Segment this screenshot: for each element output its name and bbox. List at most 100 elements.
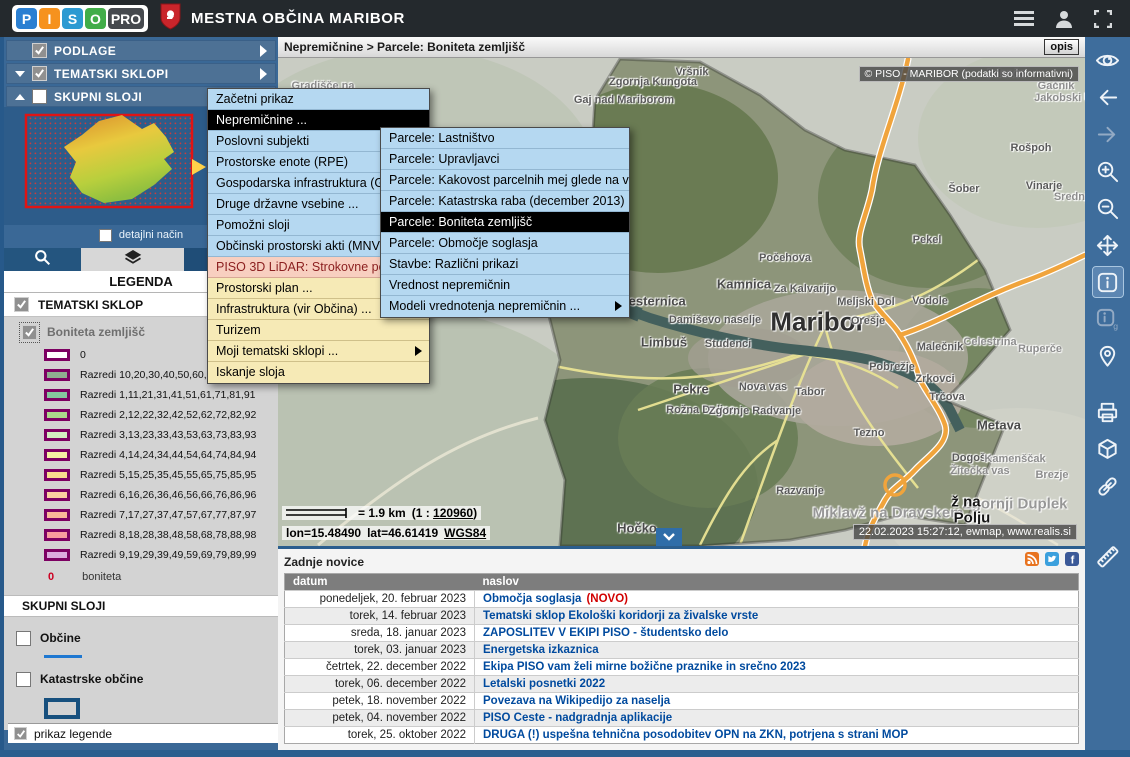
menu-item[interactable]: Začetni prikaz — [208, 89, 429, 110]
zoom-in-icon[interactable] — [1093, 156, 1123, 186]
fullscreen-icon[interactable] — [1094, 10, 1112, 28]
news-link[interactable]: Območja soglasja — [483, 593, 581, 605]
submenu-item[interactable]: Parcele: Boniteta zemljišč — [381, 212, 629, 233]
scale-label: = 1.9 km — [358, 506, 406, 520]
prikaz-legende-checkbox[interactable] — [14, 727, 27, 740]
sidebar-section-podlage[interactable]: PODLAGE — [6, 40, 276, 61]
news-link[interactable]: Energetska izkaznica — [483, 644, 599, 656]
legend-class-label: Razredi 8,18,28,38,48,58,68,78,88,98 — [80, 529, 256, 541]
legend-class-row: Razredi 2,12,22,32,42,52,62,72,82,92 — [4, 405, 278, 425]
news-row: torek, 03. januar 2023Energetska izkazni… — [285, 642, 1079, 659]
svg-text:g: g — [1113, 321, 1118, 331]
news-date: sreda, 18. januar 2023 — [285, 625, 475, 642]
eye-icon[interactable] — [1093, 45, 1123, 75]
menu-icon[interactable] — [1014, 11, 1034, 27]
submenu-item[interactable]: Modeli vrednotenja nepremičnin ... — [381, 296, 629, 317]
submenu-item[interactable]: Stavbe: Različni prikazi — [381, 254, 629, 275]
obcine-checkbox[interactable] — [16, 631, 31, 646]
tematski-sklopi-checkbox[interactable] — [32, 66, 47, 81]
news-link[interactable]: Povezava na Wikipedijo za naselja — [483, 695, 670, 707]
menu-item-label: Začetni prikaz — [216, 92, 294, 106]
submenu-arrow-icon — [415, 346, 422, 356]
datum-link[interactable]: WGS84 — [444, 526, 486, 540]
submenu-item-label: Parcele: Kakovost parcelnih mej glede na… — [389, 173, 629, 187]
latitude-value: lat=46.61419 — [367, 526, 438, 540]
ruler-icon[interactable] — [1093, 541, 1123, 571]
tab-legend[interactable] — [81, 248, 184, 271]
zoom-out-icon[interactable] — [1093, 193, 1123, 223]
submenu-arrow-icon — [615, 301, 622, 311]
menu-item-label: Turizem — [216, 323, 261, 337]
submenu-item[interactable]: Parcele: Območje soglasja — [381, 233, 629, 254]
sidebar-section-tematski-sklopi[interactable]: TEMATSKI SKLOPI — [6, 63, 276, 84]
longitude-value: lon=15.48490 — [286, 526, 361, 540]
detail-mode-checkbox[interactable] — [99, 229, 112, 242]
submenu-item-label: Parcele: Območje soglasja — [389, 236, 538, 250]
submenu-item[interactable]: Parcele: Katastrska raba (december 2013) — [381, 191, 629, 212]
obcine-line-swatch — [44, 655, 82, 658]
piso-logo[interactable]: P I S O PRO — [12, 5, 148, 32]
opis-button[interactable]: opis — [1044, 39, 1079, 55]
news-title-cell: Ekipa PISO vam želi mirne božične prazni… — [475, 659, 1079, 676]
logo-letter: P — [16, 8, 37, 29]
legend-class-label: Razredi 7,17,27,37,47,57,67,77,87,97 — [80, 509, 256, 521]
submenu-item-label: Stavbe: Različni prikazi — [389, 257, 518, 271]
legend-class-swatch — [44, 369, 70, 381]
news-link[interactable]: ZAPOSLITEV V EKIPI PISO - študentsko del… — [483, 627, 728, 639]
scale-ratio[interactable]: (1 : 120960) — [412, 506, 477, 520]
news-link[interactable]: PISO Ceste - nadgradnja aplikacije — [483, 712, 672, 724]
legend-class-swatch — [44, 429, 70, 441]
menu-item[interactable]: Moji tematski sklopi ... — [208, 341, 429, 362]
print-icon[interactable] — [1093, 397, 1123, 427]
link-icon[interactable] — [1093, 471, 1123, 501]
user-icon[interactable] — [1054, 9, 1074, 29]
submenu-item[interactable]: Parcele: Lastništvo — [381, 128, 629, 149]
news-link[interactable]: Tematski sklop Ekološki koridorji za živ… — [483, 610, 758, 622]
news-link[interactable]: Ekipa PISO vam želi mirne božične prazni… — [483, 661, 806, 673]
katastrske-checkbox[interactable] — [16, 672, 31, 687]
news-title: Zadnje novice — [284, 555, 364, 569]
cube-3d-icon[interactable] — [1093, 434, 1123, 464]
chevron-down-icon[interactable] — [15, 71, 25, 77]
chevron-right-icon — [260, 45, 267, 57]
tab-search[interactable] — [4, 248, 81, 271]
panel-collapse-button[interactable] — [656, 528, 682, 546]
chevron-right-icon — [260, 68, 267, 80]
submenu-item[interactable]: Vrednost nepremičnin — [381, 275, 629, 296]
info-icon[interactable] — [1093, 267, 1123, 297]
news-row: torek, 25. oktober 2022DRUGA (!) uspešna… — [285, 727, 1079, 744]
legend-layer-label: Boniteta zemljišč — [47, 325, 145, 339]
podlage-checkbox[interactable] — [32, 43, 47, 58]
menu-item[interactable]: Turizem — [208, 320, 429, 341]
news-column-datum[interactable]: datum — [285, 574, 475, 591]
legend-class-swatch — [44, 449, 70, 461]
news-rows: ponedeljek, 20. februar 2023Območja sogl… — [285, 591, 1079, 744]
scale-line-icon — [286, 508, 352, 518]
menu-item[interactable]: Iskanje sloja — [208, 362, 429, 383]
submenu-item[interactable]: Parcele: Upravljavci — [381, 149, 629, 170]
chevron-up-icon[interactable] — [15, 94, 25, 100]
legend-class-label: Razredi 4,14,24,34,44,54,64,74,84,94 — [80, 449, 256, 461]
info-group-icon: g — [1093, 304, 1123, 334]
twitter-icon[interactable] — [1045, 552, 1059, 571]
back-arrow-icon[interactable] — [1093, 82, 1123, 112]
news-column-naslov[interactable]: naslov — [475, 574, 1079, 591]
news-link[interactable]: DRUGA (!) uspešna tehnična posodobitev O… — [483, 729, 908, 741]
menu-item-label: Iskanje sloja — [216, 365, 285, 379]
submenu-item[interactable]: Parcele: Kakovost parcelnih mej glede na… — [381, 170, 629, 191]
boniteta-layer-checkbox[interactable] — [22, 325, 37, 340]
tematski-sklop-checkbox[interactable] — [14, 297, 29, 312]
logo-pro-label: PRO — [108, 8, 144, 29]
news-link[interactable]: Letalski posnetki 2022 — [483, 678, 605, 690]
map-attribution: 22.02.2023 15:27:12, ewmap, www.realis.s… — [853, 524, 1077, 540]
skupni-sloji-checkbox[interactable] — [32, 89, 47, 104]
location-pin-icon[interactable] — [1093, 341, 1123, 371]
legend-class-swatch — [44, 529, 70, 541]
news-title-cell: Območja soglasja(NOVO) — [475, 591, 1079, 608]
pan-icon[interactable] — [1093, 230, 1123, 260]
rss-icon[interactable] — [1025, 552, 1039, 571]
legend-class-swatch — [44, 549, 70, 561]
news-panel: Zadnje novice f datum naslov ponedeljek,… — [278, 546, 1085, 750]
sub-menu: Parcele: LastništvoParcele: Upravljavci P… — [380, 127, 630, 318]
facebook-icon[interactable]: f — [1065, 552, 1079, 571]
